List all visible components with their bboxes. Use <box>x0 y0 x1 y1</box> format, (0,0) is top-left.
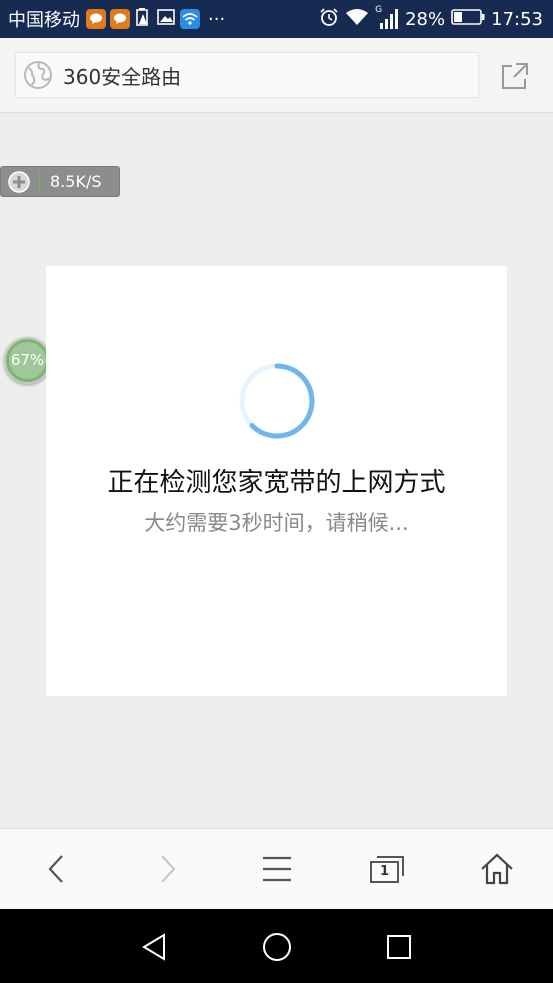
tabs-button[interactable]: 1 <box>366 849 406 889</box>
memory-usage-bubble[interactable]: 67% <box>4 337 51 384</box>
menu-icon[interactable] <box>257 849 297 889</box>
cellular-signal-icon: G <box>375 5 399 30</box>
status-bar-left: 中国移动 ··· <box>8 0 225 38</box>
battery-icon <box>451 9 485 29</box>
loading-title: 正在检测您家宽带的上网方式 <box>107 468 446 498</box>
battery-percent: 28% <box>405 8 446 30</box>
forward-arrow-icon[interactable] <box>147 849 187 889</box>
globe-icon <box>24 61 52 89</box>
more-notifications-icon: ··· <box>208 8 226 30</box>
carrier-label: 中国移动 <box>8 10 80 31</box>
message-notification-icon <box>110 9 130 29</box>
address-bar: 360安全路由 <box>0 38 553 113</box>
wifi-app-icon <box>180 9 200 29</box>
wifi-signal-icon <box>345 8 369 30</box>
share-icon[interactable] <box>499 60 531 92</box>
url-field[interactable]: 360安全路由 <box>15 52 479 98</box>
system-navigation-bar <box>0 909 553 983</box>
image-icon <box>156 7 176 31</box>
usage-percent: 67% <box>10 351 45 369</box>
status-bar-right: G 28% 17:53 <box>319 0 543 38</box>
url-text: 360安全路由 <box>63 64 182 89</box>
alarm-icon <box>319 7 339 31</box>
loading-spinner-icon <box>239 363 315 439</box>
home-icon[interactable] <box>477 849 517 889</box>
clock: 17:53 <box>491 8 543 30</box>
loading-card: 正在检测您家宽带的上网方式 大约需要3秒时间，请稍候... <box>46 266 507 696</box>
browser-toolbar: 1 <box>0 828 553 909</box>
network-speed-widget[interactable]: 8.5K/S <box>0 166 120 197</box>
network-type-label: G <box>375 5 383 15</box>
battery-warning-icon <box>134 7 152 31</box>
plus-icon <box>8 170 30 193</box>
loading-subtitle: 大约需要3秒时间，请稍候... <box>144 511 409 535</box>
speed-value: 8.5K/S <box>50 172 102 191</box>
status-bar: 中国移动 ··· G 28% 17:53 <box>0 0 553 38</box>
recent-apps-icon[interactable] <box>379 927 419 967</box>
speed-divider <box>39 170 40 193</box>
tab-count: 1 <box>379 864 390 879</box>
home-circle-icon[interactable] <box>257 927 297 967</box>
message-notification-icon <box>86 9 106 29</box>
back-triangle-icon[interactable] <box>134 927 174 967</box>
back-arrow-icon[interactable] <box>37 849 77 889</box>
